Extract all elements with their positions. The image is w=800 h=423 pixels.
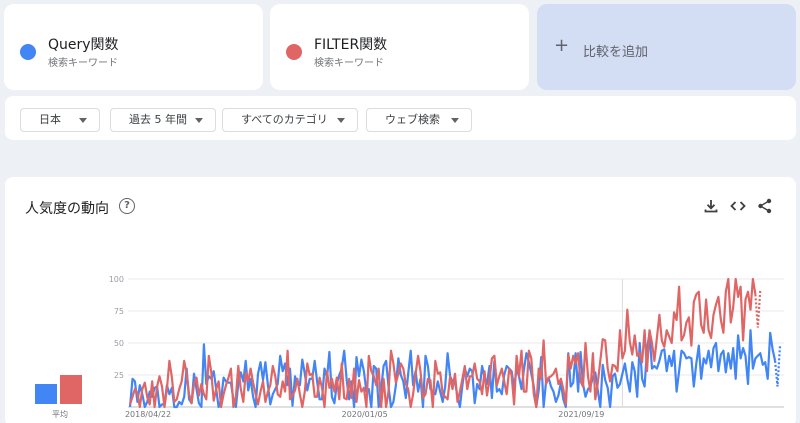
region-dropdown[interactable]: 日本 — [20, 108, 100, 132]
panel-title: 人気度の動向 — [25, 201, 109, 217]
term-name[interactable]: FILTER関数 — [314, 34, 387, 54]
search-type-label: ウェブ検索 — [385, 113, 440, 126]
series-line-query — [128, 329, 777, 409]
y-tick-label: 50 — [114, 339, 124, 348]
search-type-dropdown[interactable]: ウェブ検索 — [366, 108, 472, 132]
download-icon[interactable] — [702, 197, 720, 215]
y-tick-label: 75 — [114, 307, 124, 316]
x-tick-label: 2021/09/19 — [558, 410, 604, 419]
series-partial-filter — [754, 289, 762, 328]
caret-down-icon — [337, 118, 345, 123]
embed-code-icon[interactable] — [729, 197, 747, 215]
region-label: 日本 — [39, 113, 61, 126]
average-chart — [35, 375, 82, 404]
interest-over-time-panel: 人気度の動向 ? 平均 100 75 50 25 2018/04/22 2020/01/… — [5, 177, 796, 423]
y-tick-label: 25 — [114, 371, 124, 380]
x-axis-ticks: 2018/04/22 2020/01/05 2021/09/19 — [125, 410, 604, 419]
term-color-dot — [286, 44, 302, 60]
x-tick-label: 2020/01/05 — [342, 410, 388, 419]
y-tick-label: 100 — [109, 275, 124, 284]
term-color-dot — [20, 44, 36, 60]
time-range-label: 過去 5 年間 — [129, 113, 187, 126]
term-name[interactable]: Query関数 — [48, 34, 119, 54]
average-bar-query — [35, 384, 57, 404]
category-label: すべてのカテゴリ — [241, 113, 328, 126]
caret-down-icon — [79, 118, 87, 123]
add-comparison-label: 比較を追加 — [583, 45, 649, 60]
average-label: 平均 — [52, 410, 68, 419]
trend-line-chart: 100 75 50 25 2018/04/22 2020/01/05 2021/09/19 — [109, 275, 784, 419]
x-tick-label: 2018/04/22 — [125, 410, 171, 419]
filter-bar: 日本 過去 5 年間 すべてのカテゴリ ウェブ検索 — [5, 96, 796, 140]
term-type: 検索キーワード — [48, 58, 118, 69]
series-partial-query — [774, 345, 782, 387]
add-comparison-button[interactable]: + 比較を追加 — [537, 4, 796, 90]
average-bar-filter — [60, 375, 82, 404]
help-icon[interactable]: ? — [119, 198, 135, 214]
term-card-query[interactable]: Query関数 検索キーワード — [4, 4, 263, 90]
share-icon[interactable] — [756, 197, 774, 215]
term-type: 検索キーワード — [314, 58, 384, 69]
y-axis-ticks: 100 75 50 25 — [109, 275, 124, 380]
caret-down-icon — [195, 118, 203, 123]
time-range-dropdown[interactable]: 過去 5 年間 — [110, 108, 216, 132]
category-dropdown[interactable]: すべてのカテゴリ — [222, 108, 358, 132]
caret-down-icon — [451, 118, 459, 123]
term-card-filter[interactable]: FILTER関数 検索キーワード — [270, 4, 529, 90]
plus-icon: + — [554, 35, 570, 56]
